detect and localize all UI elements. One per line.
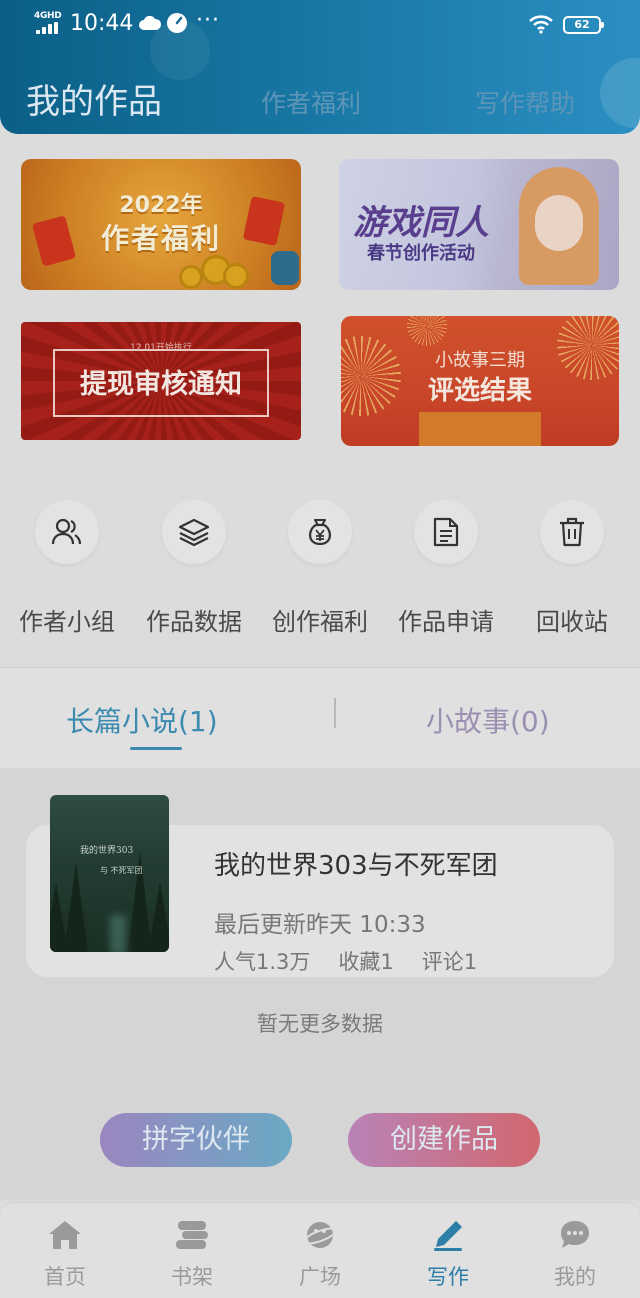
layers-icon [162, 500, 226, 564]
nav-label: 我的 [554, 1265, 596, 1289]
decor-bubble [600, 58, 640, 128]
banner-title: 提现审核通知 [80, 369, 242, 400]
signal-icon [36, 22, 60, 34]
book-cover[interactable]: 我的世界303 与 不死军团 [50, 795, 169, 952]
favorites-count: 收藏1 [338, 950, 394, 974]
book-stats: 人气1.3万 收藏1 评论1 [214, 946, 505, 976]
action-creation-welfare[interactable]: 创作福利 [256, 500, 384, 637]
planet-icon [256, 1215, 384, 1255]
action-label: 作品数据 [146, 608, 242, 636]
group-icon [35, 500, 99, 564]
tab-writing-help[interactable]: 写作帮助 [475, 84, 575, 120]
nav-square[interactable]: 广场 [256, 1215, 384, 1291]
tab-my-works[interactable]: 我的作品 [26, 74, 162, 123]
network-type: 4GHD [34, 11, 62, 21]
tree-decor [148, 882, 169, 952]
clock: 10:44 [70, 11, 134, 36]
nav-label: 书架 [171, 1265, 213, 1289]
speed-icon [167, 13, 187, 33]
banner-subtitle: 春节创作活动 [367, 243, 475, 264]
cloud-icon [139, 15, 161, 30]
bottom-nav: 首页 书架 广场 写作 我的 [0, 1202, 640, 1298]
banner-withdraw-notice[interactable]: 12.01开始执行 提现审核通知 [21, 322, 301, 440]
nav-bookshelf[interactable]: 书架 [128, 1215, 256, 1291]
tab-separator [334, 698, 336, 728]
tab-author-welfare[interactable]: 作者福利 [261, 84, 361, 120]
status-bar: 4GHD 10:44 ··· 62 [0, 0, 640, 52]
action-works-apply[interactable]: 作品申请 [382, 500, 510, 637]
firework-decor [407, 316, 447, 346]
cover-glow [110, 915, 126, 952]
chat-icon [511, 1215, 639, 1255]
banner-author-welfare[interactable]: 2022年 作者福利 [21, 159, 301, 290]
action-recycle-bin[interactable]: 回收站 [508, 500, 636, 637]
popularity-count: 人气1.3万 [214, 950, 311, 974]
document-icon [414, 500, 478, 564]
action-label: 创作福利 [272, 608, 368, 636]
nav-label: 广场 [299, 1265, 341, 1289]
wifi-icon [529, 15, 553, 34]
cover-subtitle: 与 不死军团 [100, 866, 143, 875]
bookshelf-icon [128, 1215, 256, 1255]
banner-title: 评选结果 [427, 376, 532, 406]
empty-note: 暂无更多数据 [257, 1012, 383, 1036]
tab-long-novels[interactable]: 长篇小说(1) [66, 700, 218, 740]
action-label: 作品申请 [398, 608, 494, 636]
tab-short-stories[interactable]: 小故事(0) [426, 700, 550, 740]
banner-year: 2022年 [119, 193, 203, 218]
pen-icon [384, 1215, 512, 1255]
coin-decor [223, 263, 249, 289]
action-label: 回收站 [536, 608, 608, 636]
tree-decor [64, 862, 88, 952]
home-icon [1, 1215, 129, 1255]
podium-decor [419, 412, 541, 446]
action-label: 作者小组 [19, 608, 115, 636]
nav-home[interactable]: 首页 [1, 1215, 129, 1291]
app-header: 4GHD 10:44 ··· 62 我的作品 作者福利 写作帮助 [0, 0, 640, 134]
banner-small-text: 12.01开始执行 [130, 343, 192, 353]
comments-count: 评论1 [421, 950, 478, 974]
action-works-data[interactable]: 作品数据 [130, 500, 258, 637]
section-divider [0, 667, 640, 668]
illustration-face [535, 195, 583, 251]
action-author-group[interactable]: 作者小组 [3, 500, 131, 637]
more-notifications-icon: ··· [196, 8, 220, 33]
book-updated: 最后更新昨天 10:33 [214, 912, 426, 938]
money-bag-icon [288, 500, 352, 564]
banner-title: 游戏同人 [353, 203, 489, 243]
cover-title: 我的世界303 [80, 846, 134, 856]
create-work-button[interactable]: 创建作品 [348, 1113, 540, 1167]
nav-label: 写作 [427, 1265, 469, 1289]
banner-game-fan-event[interactable]: 游戏同人 春节创作活动 [339, 159, 619, 290]
banner-small-text: 小故事三期 [435, 350, 525, 371]
book-title[interactable]: 我的世界303与不死军团 [214, 845, 498, 882]
trash-icon [540, 500, 604, 564]
nav-write[interactable]: 写作 [384, 1215, 512, 1291]
active-tab-indicator [130, 747, 182, 750]
nav-mine[interactable]: 我的 [511, 1215, 639, 1291]
nav-label: 首页 [44, 1265, 86, 1289]
banner-story-results[interactable]: 小故事三期 评选结果 [341, 316, 619, 446]
battery-icon: 62 [563, 16, 604, 34]
coin-decor [179, 265, 203, 289]
banner-title: 作者福利 [100, 222, 221, 255]
partner-button[interactable]: 拼字伙伴 [100, 1113, 292, 1167]
